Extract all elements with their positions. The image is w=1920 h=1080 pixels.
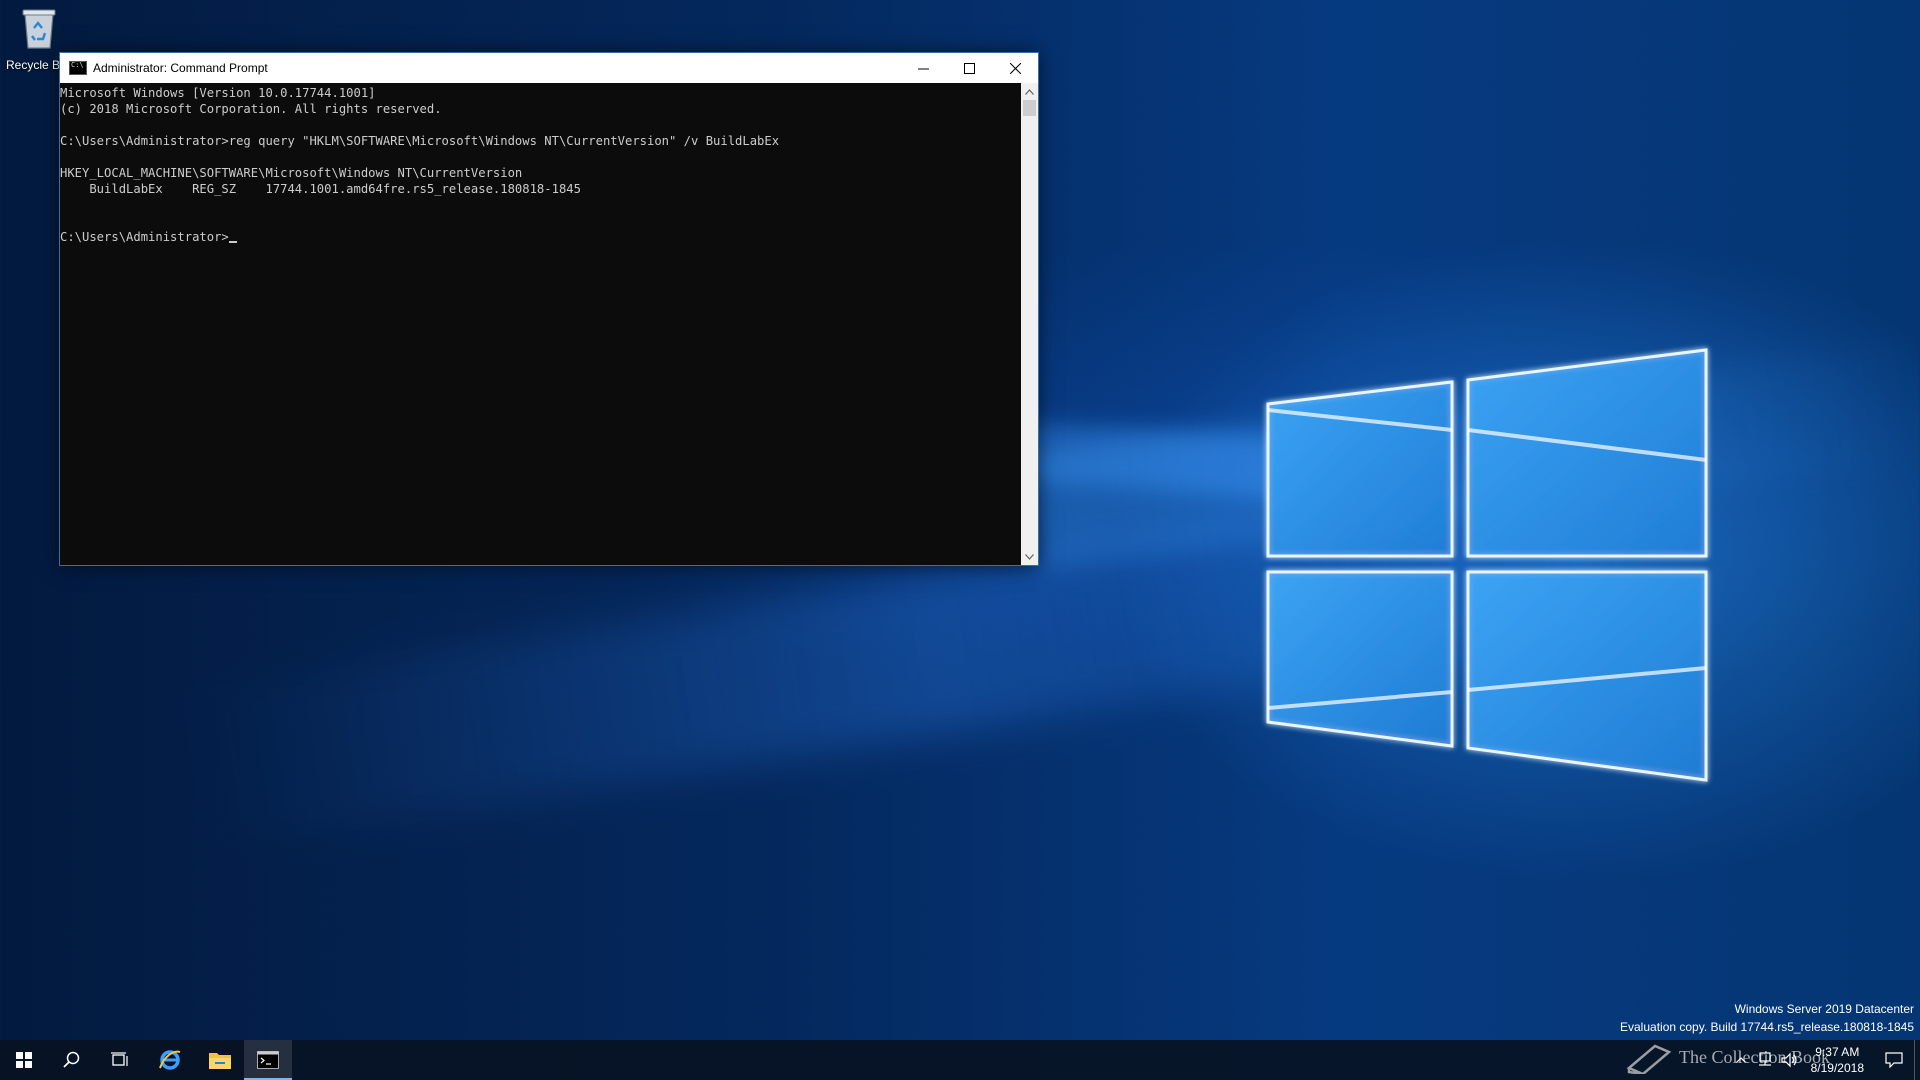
recycle-bin-icon (22, 9, 56, 49)
console-line: Microsoft Windows [Version 10.0.17744.10… (60, 86, 376, 100)
task-view-icon (111, 1052, 128, 1066)
console-line: BuildLabEx REG_SZ 17744.1001.amd64fre.rs… (60, 182, 581, 196)
search-button[interactable] (48, 1040, 96, 1080)
network-button[interactable] (1753, 1040, 1777, 1080)
logo-pane-top-right (1466, 348, 1708, 558)
command-prompt-icon (257, 1051, 279, 1069)
clock-date: 8/19/2018 (1810, 1061, 1864, 1075)
maximize-button[interactable] (946, 53, 992, 83)
close-icon (1009, 62, 1021, 74)
file-explorer-button[interactable] (196, 1040, 244, 1080)
volume-button[interactable] (1777, 1040, 1801, 1080)
chevron-down-icon (1025, 553, 1034, 560)
task-view-button[interactable] (96, 1040, 144, 1080)
book-logo-icon (1626, 1044, 1672, 1074)
console-line: HKEY_LOCAL_MACHINE\SOFTWARE\Microsoft\Wi… (60, 166, 523, 180)
console-prompt: C:\Users\Administrator> (60, 230, 229, 244)
scroll-down-button[interactable] (1021, 548, 1038, 565)
edition-watermark: Windows Server 2019 Datacenter Evaluatio… (1620, 1000, 1914, 1036)
chevron-up-icon (1735, 1057, 1746, 1063)
taskbar: The Collection Book 9:37 AM 8/19/2018 (0, 1040, 1920, 1080)
window-title: Administrator: Command Prompt (93, 61, 268, 75)
windows-start-icon (16, 1052, 32, 1068)
file-explorer-icon (209, 1053, 231, 1069)
action-center-button[interactable] (1874, 1040, 1914, 1080)
start-button[interactable] (0, 1040, 48, 1080)
network-icon (1758, 1052, 1771, 1066)
command-prompt-icon (69, 61, 87, 75)
search-icon (63, 1051, 80, 1068)
scroll-thumb[interactable] (1023, 100, 1036, 116)
show-hidden-icons-button[interactable] (1729, 1040, 1753, 1080)
close-button[interactable] (992, 53, 1038, 83)
notification-icon (1885, 1052, 1903, 1068)
build-text: Evaluation copy. Build 17744.rs5_release… (1620, 1020, 1914, 1034)
show-desktop-button[interactable] (1914, 1040, 1920, 1080)
vertical-scrollbar[interactable] (1021, 83, 1038, 565)
logo-pane-bottom-right (1466, 570, 1708, 782)
chevron-up-icon (1025, 88, 1034, 95)
clock[interactable]: 9:37 AM 8/19/2018 (1811, 1044, 1864, 1076)
console-line: C:\Users\Administrator>reg query "HKLM\S… (60, 134, 780, 148)
system-tray: 9:37 AM 8/19/2018 (1729, 1040, 1920, 1080)
recycle-bin-label: Recycle B (5, 58, 61, 72)
console-prompt-line[interactable]: C:\Users\Administrator> (60, 229, 1021, 245)
console-output[interactable]: Microsoft Windows [Version 10.0.17744.10… (60, 83, 1021, 565)
speaker-icon (1781, 1052, 1797, 1068)
internet-explorer-button[interactable] (146, 1040, 194, 1080)
clock-time: 9:37 AM (1815, 1045, 1860, 1059)
title-bar[interactable]: Administrator: Command Prompt (60, 53, 1038, 83)
internet-explorer-icon (159, 1050, 181, 1070)
command-prompt-window[interactable]: Administrator: Command Prompt Microsoft … (59, 52, 1039, 566)
scroll-up-button[interactable] (1021, 83, 1038, 100)
maximize-icon (963, 62, 975, 74)
edition-text: Windows Server 2019 Datacenter (1734, 1002, 1914, 1016)
logo-pane-top-left (1266, 380, 1454, 558)
console-line: (c) 2018 Microsoft Corporation. All righ… (60, 102, 442, 116)
minimize-icon (917, 68, 929, 69)
minimize-button[interactable] (900, 53, 946, 83)
command-prompt-taskbar-button[interactable] (244, 1040, 292, 1080)
logo-pane-bottom-left (1266, 570, 1454, 748)
text-cursor (228, 241, 237, 243)
